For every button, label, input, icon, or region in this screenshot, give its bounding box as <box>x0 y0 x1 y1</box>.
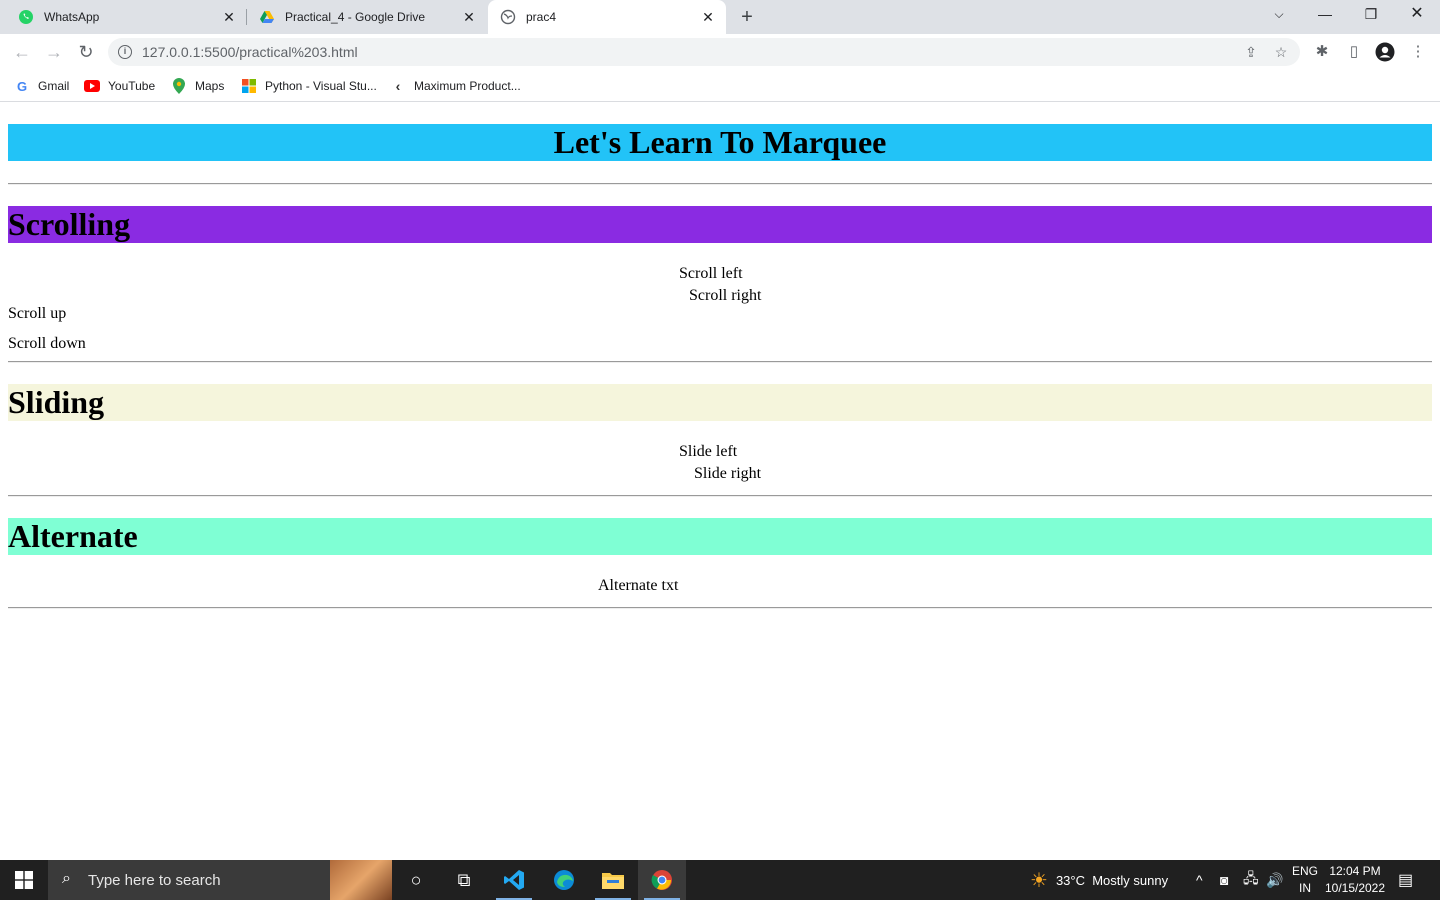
forward-button[interactable]: → <box>42 40 66 64</box>
new-tab-button[interactable]: + <box>734 5 760 29</box>
vscode-icon[interactable] <box>490 860 538 900</box>
minimize-button[interactable]: — <box>1302 0 1348 30</box>
menu-kebab-icon[interactable]: ⋮ <box>1408 42 1428 62</box>
show-hidden-icons-chevron-icon[interactable]: ^ <box>1196 860 1203 900</box>
reload-button[interactable]: ↻ <box>74 40 98 64</box>
page-title: Let's Learn To Marquee <box>8 124 1432 161</box>
divider <box>8 183 1432 185</box>
address-bar[interactable]: i 127.0.0.1:5500/practical%203.html ⇪ ☆ <box>108 38 1300 66</box>
site-info-icon[interactable]: i <box>118 45 132 59</box>
language-code: ENG <box>1292 864 1319 878</box>
marquee-slide-left: Slide left <box>679 443 738 460</box>
marquee-scroll-right: Scroll right <box>689 287 762 304</box>
bookmark-label: Maps <box>195 79 225 93</box>
bookmark-maximum-product[interactable]: ‹ Maximum Product... <box>390 77 521 95</box>
side-panel-icon[interactable]: ▯ <box>1344 42 1364 62</box>
notification-center-icon[interactable]: ▤ <box>1398 860 1413 900</box>
tab-strip: WhatsApp ✕ Practical_4 - Google Drive ✕ … <box>0 0 1440 34</box>
close-tab-icon[interactable]: ✕ <box>700 9 716 25</box>
tab-prac4[interactable]: prac4 ✕ <box>488 0 726 34</box>
system-clock[interactable]: 12:04 PM 10/15/2022 <box>1322 863 1388 897</box>
share-icon[interactable]: ⇪ <box>1242 43 1260 61</box>
profile-avatar-icon[interactable] <box>1375 42 1395 62</box>
region-code: IN <box>1299 881 1311 895</box>
search-highlight-image <box>330 860 392 900</box>
windows-taskbar: ⌕ Type here to search ○ ⧉ ☀ 33°C Mostly … <box>0 860 1440 900</box>
bookmark-label: Gmail <box>38 79 70 93</box>
tab-title: prac4 <box>526 10 557 24</box>
clock-time: 12:04 PM <box>1329 864 1381 878</box>
bookmark-maps[interactable]: Maps <box>171 77 224 95</box>
windows-logo-icon <box>15 871 33 889</box>
network-icon[interactable]: 🖧 <box>1243 860 1259 900</box>
bookmark-label: Maximum Product... <box>414 79 521 93</box>
bookmark-label: YouTube <box>108 79 156 93</box>
close-tab-icon[interactable]: ✕ <box>461 9 477 25</box>
marquee-scroll-up: Scroll up <box>8 305 67 322</box>
tab-title: Practical_4 - Google Drive <box>285 10 426 24</box>
chrome-icon[interactable] <box>638 860 686 900</box>
close-window-button[interactable]: ✕ <box>1394 0 1440 30</box>
volume-icon[interactable]: 🔊 <box>1266 860 1283 900</box>
tab-title: WhatsApp <box>44 10 100 24</box>
bookmark-star-icon[interactable]: ☆ <box>1272 43 1290 61</box>
task-view-icon[interactable]: ⧉ <box>440 860 488 900</box>
bookmark-gmail[interactable]: G Gmail <box>14 77 69 95</box>
tab-google-drive[interactable]: Practical_4 - Google Drive ✕ <box>247 0 487 34</box>
clock-date: 10/15/2022 <box>1324 881 1386 895</box>
weather-sun-cloud-icon: ☀ <box>1030 869 1048 892</box>
google-icon: G <box>16 78 28 94</box>
marquee-scroll-left: Scroll left <box>679 265 743 282</box>
whatsapp-icon <box>18 9 34 25</box>
section-heading-sliding: Sliding <box>8 384 1432 421</box>
section-heading-alternate: Alternate <box>8 518 1432 555</box>
divider <box>8 607 1432 609</box>
google-drive-icon <box>259 9 275 25</box>
youtube-icon <box>84 78 100 94</box>
weather-text: 33°C Mostly sunny <box>1055 872 1169 888</box>
search-icon: ⌕ <box>62 870 71 887</box>
close-tab-icon[interactable]: ✕ <box>221 9 237 25</box>
weather-widget[interactable]: ☀ 33°C Mostly sunny <box>1030 860 1168 900</box>
divider <box>8 361 1432 363</box>
extensions-icon[interactable]: ✱ <box>1312 42 1332 62</box>
code-icon: ‹ <box>395 78 401 94</box>
language-indicator[interactable]: ENG IN <box>1292 863 1318 897</box>
cortana-icon[interactable]: ○ <box>392 860 440 900</box>
windows-start-button[interactable] <box>0 860 48 900</box>
bookmark-python-visual-studio[interactable]: Python - Visual Stu... <box>241 77 377 95</box>
globe-icon <box>500 9 516 25</box>
web-page: Let's Learn To Marquee Scrolling Scroll … <box>0 103 1440 860</box>
tab-search-icon[interactable]: ⌵ <box>1256 0 1302 30</box>
edge-icon[interactable] <box>540 860 588 900</box>
bookmarks-bar: G Gmail YouTube Maps Python - Visual Stu… <box>0 70 1440 102</box>
marquee-scroll-down: Scroll down <box>8 335 86 352</box>
tab-whatsapp[interactable]: WhatsApp ✕ <box>0 0 247 34</box>
bookmark-youtube[interactable]: YouTube <box>84 77 155 95</box>
bookmark-label: Python - Visual Stu... <box>265 79 377 93</box>
marquee-alternate: Alternate txt <box>598 577 679 594</box>
microsoft-icon <box>241 78 257 94</box>
maps-icon <box>171 78 187 94</box>
marquee-slide-right: Slide right <box>694 465 762 482</box>
url-text[interactable]: 127.0.0.1:5500/practical%203.html <box>142 44 358 60</box>
divider <box>8 495 1432 497</box>
restore-button[interactable]: ❐ <box>1348 0 1394 30</box>
browser-toolbar: ← → ↻ i 127.0.0.1:5500/practical%203.htm… <box>0 34 1440 70</box>
taskbar-search-box[interactable]: ⌕ Type here to search <box>48 860 392 900</box>
file-explorer-icon[interactable] <box>589 860 637 900</box>
section-heading-scrolling: Scrolling <box>8 206 1432 243</box>
meet-now-icon[interactable]: ◙ <box>1220 860 1228 900</box>
search-placeholder: Type here to search <box>88 872 221 889</box>
back-button[interactable]: ← <box>10 40 34 64</box>
